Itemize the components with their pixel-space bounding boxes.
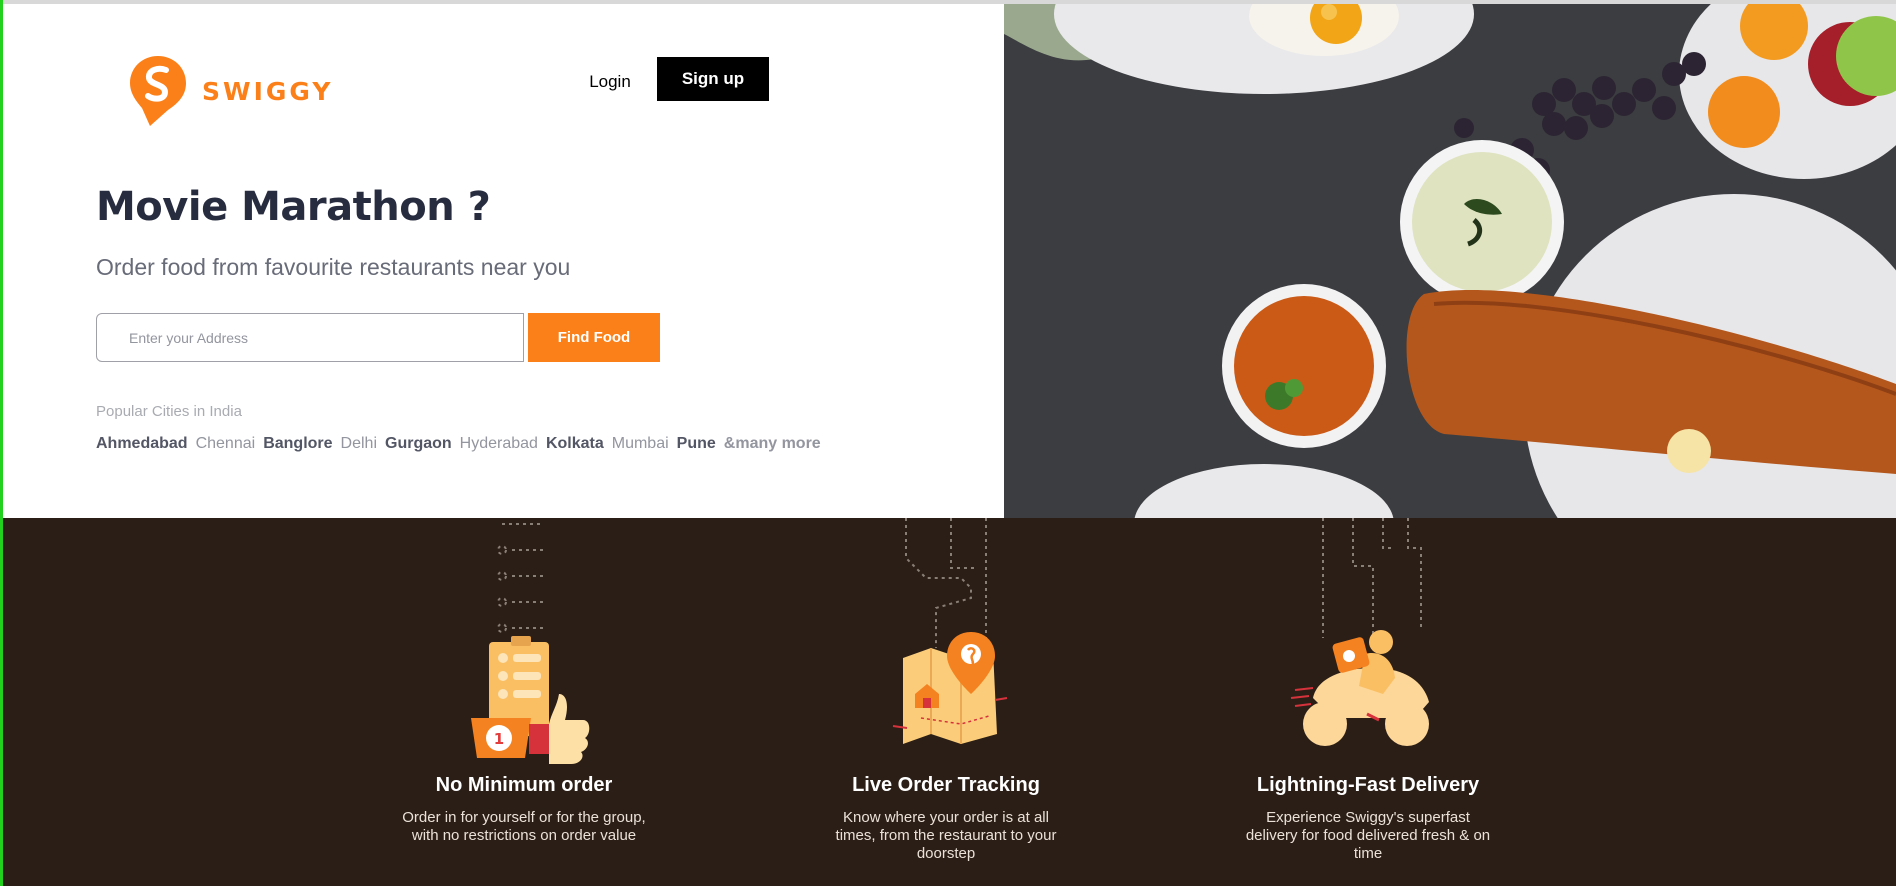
map-pin-tracking-icon (892, 518, 1008, 744)
city-link[interactable]: Banglore (263, 435, 332, 453)
city-link[interactable]: Mumbai (612, 435, 669, 453)
signup-button[interactable]: Sign up (657, 57, 769, 101)
login-button[interactable]: Login (570, 61, 650, 103)
feature-description: Know where your order is at all times, f… (835, 809, 1057, 862)
feature-live-order-tracking: Live Order Tracking Know where your orde… (811, 518, 1081, 886)
window-edge-indicator (0, 0, 3, 886)
city-link[interactable]: Chennai (196, 435, 256, 453)
hero-content: SWIGGY Login Sign up Movie Marathon ? Or… (3, 4, 1004, 518)
feature-title: Live Order Tracking (852, 774, 1040, 796)
popular-cities-list: Ahmedabad Chennai Banglore Delhi Gurgaon Hyde… (96, 435, 821, 453)
hero-headline: Movie Marathon ? (96, 184, 491, 230)
svg-text:1: 1 (494, 730, 504, 748)
feature-title: No Minimum order (435, 774, 613, 796)
food-spread-illustration (1004, 4, 1896, 518)
city-link[interactable]: Pune (677, 435, 716, 453)
hero-section: SWIGGY Login Sign up Movie Marathon ? Or… (3, 4, 1896, 518)
city-link[interactable]: Delhi (341, 435, 377, 453)
city-link[interactable]: Ahmedabad (96, 435, 188, 453)
hero-food-image (1004, 4, 1896, 518)
popular-cities-label: Popular Cities in India (96, 403, 242, 420)
feature-no-minimum-order: 1 No Minimum order Order in for yourself… (389, 518, 659, 886)
brand-name: SWIGGY (202, 76, 334, 106)
find-food-button[interactable]: Find Food (528, 313, 660, 362)
browser-top-border (0, 0, 1896, 4)
feature-lightning-fast-delivery: Lightning-Fast Delivery Experience Swigg… (1233, 518, 1503, 886)
clipboard-thumbs-up-icon: 1 (471, 523, 590, 764)
features-section: 1 No Minimum order Order in for yourself… (3, 518, 1896, 886)
feature-title: Lightning-Fast Delivery (1256, 774, 1480, 796)
delivery-scooter-icon (1290, 518, 1429, 746)
feature-description: Order in for yourself or for the group, … (402, 809, 646, 844)
page: SWIGGY Login Sign up Movie Marathon ? Or… (0, 0, 1896, 886)
city-link[interactable]: &many more (724, 435, 821, 453)
city-link[interactable]: Gurgaon (385, 435, 452, 453)
swiggy-logo-icon (130, 56, 186, 126)
city-link[interactable]: Hyderabad (460, 435, 538, 453)
address-input[interactable] (96, 313, 524, 362)
feature-description: Experience Swiggy's superfast delivery f… (1245, 809, 1491, 862)
city-link[interactable]: Kolkata (546, 435, 604, 453)
brand-logo[interactable]: SWIGGY (128, 54, 333, 128)
hero-subline: Order food from favourite restaurants ne… (96, 254, 571, 280)
